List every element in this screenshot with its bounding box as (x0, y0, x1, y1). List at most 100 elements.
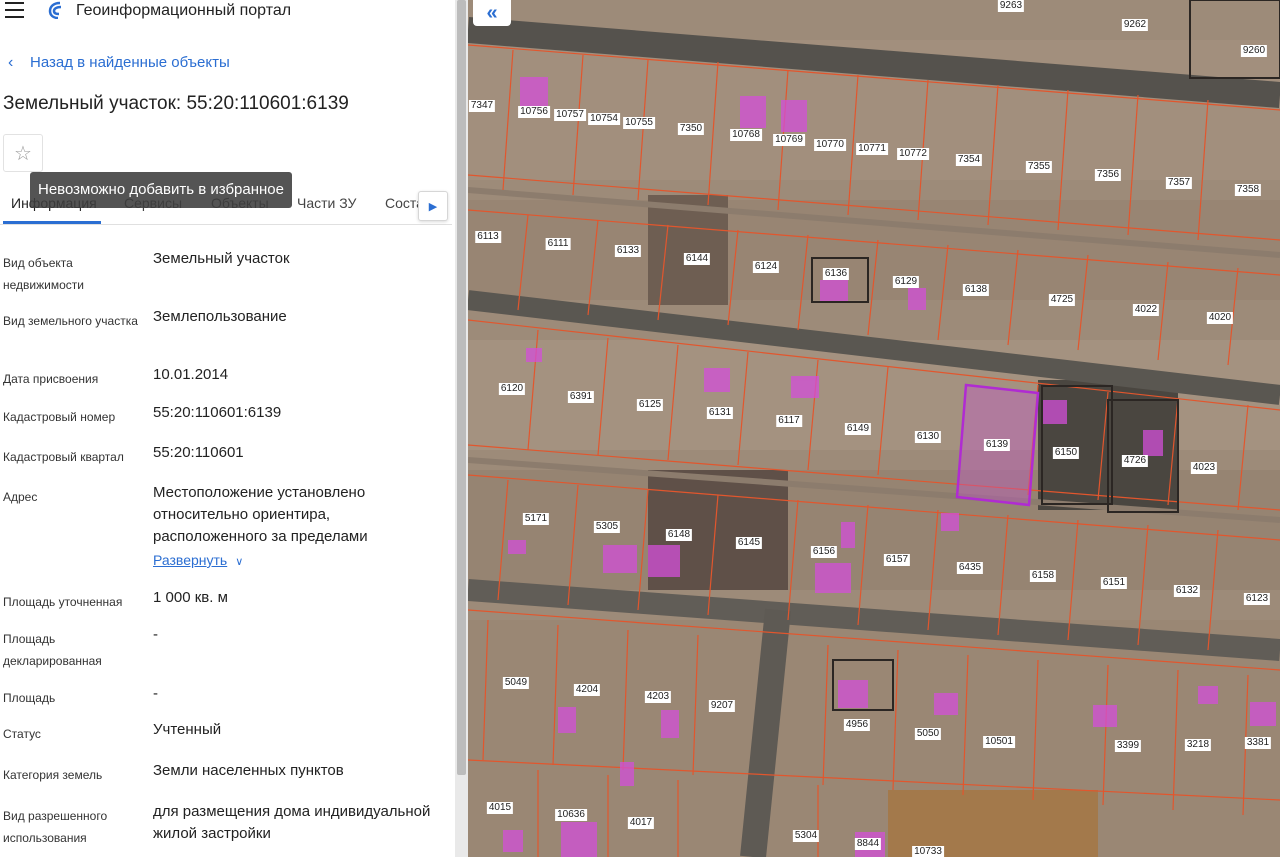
property-value: Землепользование (153, 308, 287, 325)
parcel-number-label[interactable]: 7358 (1234, 184, 1262, 196)
parcel-number-label[interactable]: 3399 (1114, 740, 1142, 752)
parcel-number-label[interactable]: 6125 (636, 399, 664, 411)
parcel-number-label[interactable]: 6113 (475, 231, 501, 243)
parcel-number-label[interactable]: 4015 (486, 802, 514, 814)
parcel-number-label[interactable]: 7355 (1025, 161, 1053, 173)
parcel-number-label[interactable]: 6132 (1173, 585, 1201, 597)
property-label: Площадь (3, 691, 56, 705)
parcel-number-label[interactable]: 4725 (1048, 294, 1076, 306)
parcel-number-label[interactable]: 6111 (545, 238, 571, 250)
parcel-number-label[interactable]: 9263 (997, 0, 1025, 12)
parcel-number-label[interactable]: 6148 (665, 529, 693, 541)
parcel-number-label[interactable]: 6131 (706, 407, 734, 419)
parcel-number-label[interactable]: 5305 (593, 521, 621, 533)
parcel-number-label[interactable]: 5049 (502, 677, 530, 689)
active-tab-indicator (3, 221, 101, 224)
parcel-number-label[interactable]: 6120 (498, 383, 526, 395)
caret-right-icon: ▶ (428, 200, 438, 213)
parcel-number-label[interactable]: 5304 (792, 830, 820, 842)
parcel-number-label[interactable]: 10733 (912, 846, 944, 857)
parcel-number-label[interactable]: 10755 (623, 117, 655, 129)
property-value: - (153, 626, 158, 643)
parcel-number-label[interactable]: 6124 (752, 261, 780, 273)
parcel-number-label[interactable]: 3218 (1184, 739, 1212, 751)
back-to-results-link[interactable]: ‹ Назад в найденные объекты (8, 54, 230, 72)
parcel-number-label[interactable]: 6117 (776, 415, 802, 427)
property-label: Кадастровый номер (3, 410, 116, 424)
parcel-number-label[interactable]: 6150 (1052, 447, 1080, 459)
expand-address-link[interactable]: Развернуть (153, 552, 227, 568)
parcel-number-label[interactable]: 10757 (554, 109, 586, 121)
portal-title: Геоинформационный портал (76, 2, 292, 19)
parcel-number-label[interactable]: 4203 (644, 691, 672, 703)
parcel-number-label[interactable]: 6138 (962, 284, 990, 296)
property-label: Вид объекта недвижимости (3, 256, 84, 292)
parcel-number-label[interactable]: 6435 (956, 562, 984, 574)
parcel-number-label[interactable]: 10771 (856, 143, 888, 155)
parcel-number-label[interactable]: 10501 (983, 736, 1015, 748)
parcel-number-label[interactable]: 6123 (1243, 593, 1271, 605)
parcel-number-label[interactable]: 6158 (1029, 570, 1057, 582)
parcel-number-label[interactable]: 10636 (555, 809, 587, 821)
parcel-number-label[interactable]: 4023 (1190, 462, 1218, 474)
property-value: Земельный участок (153, 250, 290, 267)
parcel-number-label[interactable]: 4020 (1206, 312, 1234, 324)
collapse-panel-button[interactable]: « (473, 0, 511, 26)
parcel-number-label[interactable]: 9260 (1240, 45, 1268, 57)
map-canvas (468, 0, 1280, 857)
panel-scrollbar[interactable] (455, 0, 468, 857)
star-icon: ☆ (14, 142, 32, 165)
tabs-scroll-right-button[interactable]: ▶ (418, 191, 448, 221)
property-value: - (153, 685, 158, 702)
parcel-number-label[interactable]: 7356 (1094, 169, 1122, 181)
favorite-button[interactable]: ☆ (3, 134, 43, 172)
parcel-number-label[interactable]: 10772 (897, 148, 929, 160)
property-value: 55:20:110601 (153, 444, 244, 461)
parcel-number-label[interactable]: 6391 (567, 391, 595, 403)
scrollbar-thumb[interactable] (457, 0, 466, 775)
property-value: 10.01.2014 (153, 366, 229, 383)
parcel-number-label[interactable]: 10770 (814, 139, 846, 151)
parcel-number-label[interactable]: 10756 (518, 106, 550, 118)
parcel-number-label[interactable]: 7354 (955, 154, 983, 166)
parcel-number-label[interactable]: 6149 (844, 423, 872, 435)
parcel-number-label[interactable]: 10769 (773, 134, 805, 146)
back-link-label: Назад в найденные объекты (30, 54, 230, 71)
parcel-number-label[interactable]: 4726 (1121, 455, 1149, 467)
property-label: Дата присвоения (3, 372, 99, 386)
parcel-number-label[interactable]: 7350 (677, 123, 705, 135)
chevron-down-icon[interactable]: ∨ (235, 556, 243, 568)
parcel-number-label[interactable]: 6136 (822, 268, 850, 280)
menu-icon[interactable] (5, 2, 24, 18)
parcel-number-label[interactable]: 6145 (735, 537, 763, 549)
parcel-number-label[interactable]: 7347 (468, 100, 496, 112)
parcel-number-label[interactable]: 6144 (683, 253, 711, 265)
parcel-number-label[interactable]: 3381 (1244, 737, 1272, 749)
parcel-number-label[interactable]: 5050 (914, 728, 942, 740)
parcel-number-label[interactable]: 6151 (1100, 577, 1128, 589)
parcel-number-label[interactable]: 6157 (883, 554, 911, 566)
cadastral-map[interactable]: « 9263 9262 9260 7347 10756 10757 10754 … (468, 0, 1280, 857)
parcel-number-label[interactable]: 4022 (1132, 304, 1160, 316)
parcel-number-label[interactable]: 5171 (522, 513, 550, 525)
object-title: Земельный участок: 55:20:110601:6139 (3, 93, 349, 114)
parcel-number-label[interactable]: 10768 (730, 129, 762, 141)
parcel-number-label[interactable]: 6156 (810, 546, 838, 558)
tab-land-parts[interactable]: Части ЗУ (297, 195, 356, 211)
parcel-number-label[interactable]: 10754 (588, 113, 620, 125)
parcel-number-label[interactable]: 6133 (614, 245, 642, 257)
chevron-left-icon: ‹ (8, 54, 14, 71)
address-text: Местоположение установлено относительно … (153, 484, 368, 545)
parcel-number-label[interactable]: 4204 (573, 684, 601, 696)
parcel-number-label[interactable]: 6130 (914, 431, 942, 443)
parcel-number-label[interactable]: 6129 (892, 276, 920, 288)
parcel-number-label[interactable]: 9207 (708, 700, 736, 712)
property-label: Кадастровый квартал (3, 450, 124, 464)
parcel-number-label[interactable]: 7357 (1165, 177, 1193, 189)
parcel-number-label[interactable]: 9262 (1121, 19, 1149, 31)
parcel-number-label[interactable]: 8844 (854, 838, 882, 850)
parcel-number-label[interactable]: 6139 (983, 439, 1011, 451)
parcel-number-label[interactable]: 4956 (843, 719, 871, 731)
favorite-tooltip: Невозможно добавить в избранное (30, 172, 292, 208)
parcel-number-label[interactable]: 4017 (627, 817, 655, 829)
